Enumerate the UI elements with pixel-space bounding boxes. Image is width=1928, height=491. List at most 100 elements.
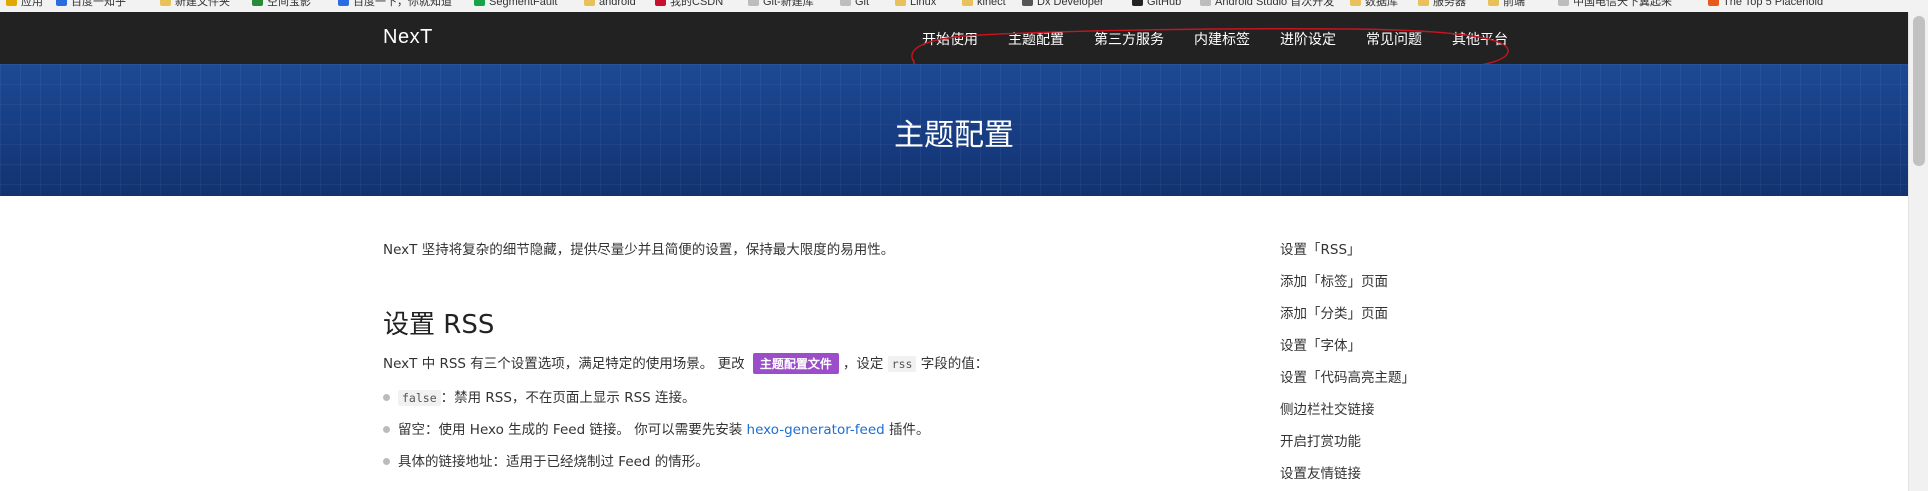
bookmark-item[interactable]: Git: [840, 0, 869, 9]
folder-icon: [962, 0, 973, 6]
space-icon: [252, 0, 263, 6]
bookmark-item[interactable]: 新建文件夹: [160, 0, 230, 9]
bookmark-label: 我的CSDN: [670, 0, 724, 8]
site-logo[interactable]: NexT: [383, 26, 433, 49]
bookmark-label: 百度一知乎: [71, 0, 126, 8]
list-item: false ：禁用 RSS，不在页面上显示 RSS 连接。: [383, 386, 696, 406]
folder-icon: [895, 0, 906, 6]
bullet-icon: [383, 426, 390, 433]
bookmark-item[interactable]: The Top 5 Placehold: [1708, 0, 1823, 9]
theme-config-badge: 主题配置文件: [752, 353, 839, 374]
nav-item-tag-plugins[interactable]: 内建标签: [1194, 29, 1250, 49]
list-item-text: 留空：使用 Hexo 生成的 Feed 链接。 你可以需要先安装: [398, 422, 747, 438]
bookmark-item[interactable]: 空间宝影: [252, 0, 311, 9]
folder-icon: [1418, 0, 1429, 6]
bookmark-item[interactable]: 百度一下，你就知道: [338, 0, 452, 9]
bookmark-item[interactable]: 中国电信天下翼起来: [1558, 0, 1672, 9]
baidu-icon: [56, 0, 67, 6]
segmentfault-icon: [474, 0, 485, 6]
bookmark-label: Dx Developer: [1037, 0, 1104, 8]
inline-code: rss: [887, 356, 917, 372]
bookmark-item[interactable]: kinect: [962, 0, 1006, 9]
bookmark-item[interactable]: 应用: [6, 0, 43, 9]
bookmark-item[interactable]: 服务器: [1418, 0, 1466, 9]
rss-paragraph-text: ，设定: [842, 356, 884, 372]
bullet-icon: [383, 458, 390, 465]
bookmark-label: 服务器: [1433, 0, 1466, 8]
toc-item[interactable]: 开启打赏功能: [1280, 430, 1361, 450]
bullet-icon: [383, 394, 390, 401]
nav-item-third-party[interactable]: 第三方服务: [1094, 29, 1164, 49]
rss-paragraph-text: 字段的值：: [920, 356, 989, 372]
nav-item-getting-started[interactable]: 开始使用: [922, 29, 978, 49]
toc-item[interactable]: 添加「标签」页面: [1280, 270, 1388, 290]
placeholder-icon: [1708, 0, 1719, 6]
page-scrollbar[interactable]: [1908, 12, 1928, 491]
page-icon: [748, 0, 759, 6]
bookmark-label: kinect: [977, 0, 1006, 8]
banner-title: 主题配置: [894, 118, 1014, 153]
bookmark-item[interactable]: GitHub: [1132, 0, 1181, 9]
bookmark-item[interactable]: android: [584, 0, 636, 9]
bookmark-item[interactable]: 前端: [1488, 0, 1525, 9]
bookmark-item[interactable]: Dx Developer: [1022, 0, 1104, 9]
bookmark-label: SegmentFault: [489, 0, 558, 8]
list-item-text: 插件。: [884, 422, 930, 438]
eye-icon: [1022, 0, 1033, 6]
bookmark-label: 中国电信天下翼起来: [1573, 0, 1672, 8]
github-icon: [1132, 0, 1143, 6]
rss-paragraph-text: NexT 中 RSS 有三个设置选项，满足特定的使用场景。 更改: [383, 356, 745, 372]
bookmark-label: Git: [855, 0, 870, 8]
bookmark-item[interactable]: 我的CSDN: [655, 0, 723, 9]
page-icon: [840, 0, 851, 6]
bookmark-item[interactable]: SegmentFault: [474, 0, 557, 9]
folder-icon: [160, 0, 171, 6]
bookmark-label: android: [599, 0, 636, 8]
folder-icon: [584, 0, 595, 6]
bookmark-item[interactable]: Linux: [895, 0, 936, 9]
bookmark-label: 应用: [21, 0, 43, 8]
toc-item[interactable]: 设置「RSS」: [1280, 238, 1361, 258]
bookmark-item[interactable]: 百度一知乎: [56, 0, 126, 9]
bookmark-label: 数据库: [1365, 0, 1398, 8]
browser-page: 应用 百度一知乎 新建文件夹 空间宝影 百度一下，你就知道 SegmentFau…: [0, 0, 1928, 491]
toc-item[interactable]: 设置「代码高亮主题」: [1280, 366, 1415, 386]
bookmark-label: Linux: [910, 0, 937, 8]
nav-item-theme-settings[interactable]: 主题配置: [1008, 29, 1064, 49]
intro-paragraph: NexT 坚持将复杂的细节隐藏，提供尽量少并且简便的设置，保持最大限度的易用性。: [383, 242, 895, 258]
bookmark-label: 新建文件夹: [175, 0, 230, 8]
list-item: 留空：使用 Hexo 生成的 Feed 链接。 你可以需要先安装 hexo-ge…: [383, 418, 930, 438]
toc-item[interactable]: 侧边栏社交链接: [1280, 398, 1375, 418]
bookmark-label: GitHub: [1147, 0, 1182, 8]
scrollbar-thumb[interactable]: [1913, 16, 1925, 166]
nav-item-other-platforms[interactable]: 其他平台: [1452, 29, 1508, 49]
list-item-text: 具体的链接地址：适用于已经烧制过 Feed 的情形。: [398, 454, 709, 470]
bookmark-item[interactable]: Android Studio 首次开发: [1200, 0, 1334, 9]
toc-item[interactable]: 设置友情链接: [1280, 462, 1361, 482]
nav-item-advanced[interactable]: 进阶设定: [1280, 29, 1336, 49]
toc-item[interactable]: 添加「分类」页面: [1280, 302, 1388, 322]
bookmark-label: 前端: [1503, 0, 1525, 8]
bookmark-label: Android Studio 首次开发: [1215, 0, 1335, 8]
site-header: NexT 开始使用 主题配置 第三方服务 内建标签 进阶设定 常见问题 其他平台: [0, 12, 1908, 75]
list-item: 具体的链接地址：适用于已经烧制过 Feed 的情形。: [383, 450, 709, 470]
hexo-generator-feed-link[interactable]: hexo-generator-feed: [747, 422, 885, 438]
list-item-text: ：禁用 RSS，不在页面上显示 RSS 连接。: [440, 390, 696, 406]
csdn-icon: [655, 0, 666, 6]
page-icon: [1200, 0, 1211, 6]
bookmark-label: 百度一下，你就知道: [353, 0, 452, 8]
apps-icon: [6, 0, 17, 6]
rss-paragraph: NexT 中 RSS 有三个设置选项，满足特定的使用场景。 更改 主题配置文件，…: [383, 352, 988, 374]
nav-item-faq[interactable]: 常见问题: [1366, 29, 1422, 49]
section-heading-rss: 设置 RSS: [383, 310, 495, 340]
page-icon: [1558, 0, 1569, 6]
inline-code: false: [398, 390, 441, 406]
toc-item[interactable]: 设置「字体」: [1280, 334, 1361, 354]
bookmark-label: Git-新建库: [763, 0, 814, 8]
folder-icon: [1350, 0, 1361, 6]
bookmark-item[interactable]: 数据库: [1350, 0, 1398, 9]
baidu-paw-icon: [338, 0, 349, 6]
bookmark-item[interactable]: Git-新建库: [748, 0, 814, 9]
folder-icon: [1488, 0, 1499, 6]
bookmark-label: The Top 5 Placehold: [1723, 0, 1824, 8]
